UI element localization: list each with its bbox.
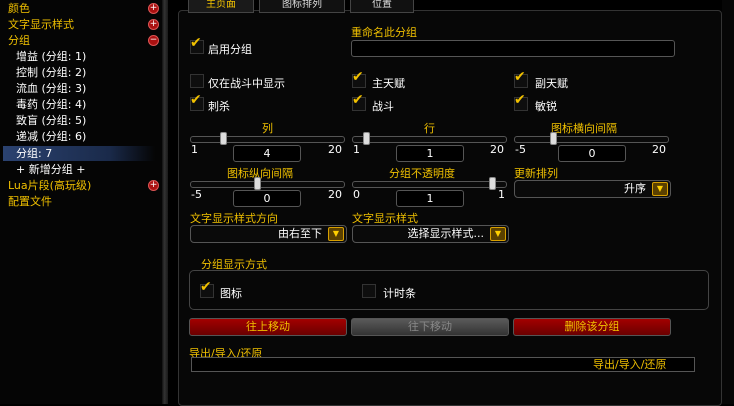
icon-v-spacing-slider[interactable]: [190, 177, 345, 190]
slider-thumb[interactable]: [254, 177, 261, 190]
slider-thumb[interactable]: [550, 132, 557, 145]
sidebar-item-label: 分组: 7: [16, 147, 53, 160]
sidebar-item-profiles[interactable]: 配置文件: [8, 194, 52, 209]
columns-input[interactable]: 4: [233, 145, 301, 162]
columns-label: 列: [262, 122, 273, 135]
enable-group-checkbox[interactable]: ✔: [190, 36, 204, 54]
tab-main[interactable]: 主页面: [188, 0, 254, 13]
icon-h-spacing-max: 20: [652, 143, 666, 156]
timer-mode-label: 计时条: [383, 287, 416, 300]
sidebar-tree: 颜色 + 文字显示样式 + 分组 − 增益 (分组: 1) 控制 (分组: 2)…: [0, 0, 162, 404]
checkmark-icon: ✔: [190, 35, 202, 51]
secondary-spec-label: 副天赋: [535, 77, 568, 90]
tab-icon-layout[interactable]: 图标排列: [259, 0, 345, 13]
checkmark-icon: ✔: [352, 92, 364, 108]
combat-spec-checkbox[interactable]: ✔: [352, 93, 366, 111]
icon-h-spacing-slider[interactable]: [514, 132, 669, 145]
text-dir-value: 由右至下: [278, 227, 322, 240]
rename-input[interactable]: [351, 40, 675, 57]
sort-value: 升序: [624, 182, 646, 195]
chevron-down-icon[interactable]: ▼: [490, 227, 506, 241]
sidebar-item-group-2[interactable]: 控制 (分组: 2): [16, 65, 86, 80]
group-opacity-max: 1: [498, 188, 505, 201]
sidebar-item-lua[interactable]: Lua片段(高玩级): [8, 178, 91, 193]
expand-icon[interactable]: +: [148, 3, 159, 14]
columns-slider[interactable]: [190, 132, 345, 145]
sidebar-item-text-style[interactable]: 文字显示样式: [8, 17, 74, 32]
sort-dropdown[interactable]: 升序 ▼: [514, 180, 671, 198]
sidebar-item-group-4[interactable]: 毒药 (分组: 4): [16, 97, 86, 112]
group-opacity-input[interactable]: 1: [396, 190, 464, 207]
rows-label: 行: [424, 122, 435, 135]
icon-mode-label: 图标: [220, 287, 242, 300]
subtlety-label: 敏锐: [535, 100, 557, 113]
icon-h-spacing-input[interactable]: 0: [558, 145, 626, 162]
icon-v-spacing-max: 20: [328, 188, 342, 201]
icon-mode-checkbox[interactable]: ✔: [200, 280, 214, 298]
columns-max: 20: [328, 143, 342, 156]
assassination-checkbox[interactable]: ✔: [190, 93, 204, 111]
text-style-value: 选择显示样式...: [407, 227, 485, 240]
rows-input[interactable]: 1: [396, 145, 464, 162]
delete-group-button[interactable]: 删除该分组: [513, 318, 671, 336]
group-opacity-slider[interactable]: [352, 177, 507, 190]
chevron-down-icon[interactable]: ▼: [328, 227, 344, 241]
icon-h-spacing-label: 图标横向间隔: [551, 122, 617, 135]
secondary-spec-checkbox[interactable]: ✔: [514, 70, 528, 88]
text-style-label: 文字显示样式: [352, 212, 418, 225]
checkmark-icon: ✔: [190, 92, 202, 108]
assassination-label: 刺杀: [208, 100, 230, 113]
expand-icon[interactable]: +: [148, 19, 159, 30]
sidebar-item-group-5[interactable]: 致盲 (分组: 5): [16, 113, 86, 128]
enable-group-label: 启用分组: [208, 43, 252, 56]
checkmark-icon: ✔: [352, 69, 364, 85]
icon-v-spacing-input[interactable]: 0: [233, 190, 301, 207]
text-dir-label: 文字显示样式方向: [190, 212, 278, 225]
group-opacity-label: 分组不透明度: [389, 167, 455, 180]
icon-v-spacing-min: -5: [191, 188, 202, 201]
sidebar-divider[interactable]: [162, 0, 168, 404]
expand-icon[interactable]: +: [148, 180, 159, 191]
display-mode-group: [189, 270, 709, 310]
sidebar-item-add-group[interactable]: + 新增分组 +: [16, 162, 85, 177]
right-edge: [722, 0, 734, 404]
slider-thumb[interactable]: [489, 177, 496, 190]
export-button[interactable]: 导出/导入/还原: [593, 356, 666, 372]
sidebar-item-colors[interactable]: 颜色: [8, 1, 30, 16]
slider-thumb[interactable]: [220, 132, 227, 145]
columns-min: 1: [191, 143, 198, 156]
timer-mode-checkbox[interactable]: [362, 284, 376, 298]
tab-position[interactable]: 位置: [350, 0, 414, 13]
text-style-dropdown[interactable]: 选择显示样式... ▼: [352, 225, 509, 243]
sidebar-item-group-7[interactable]: 分组: 7: [3, 146, 155, 161]
rows-slider[interactable]: [352, 132, 507, 145]
rows-max: 20: [490, 143, 504, 156]
rename-label: 重命名此分组: [351, 26, 417, 39]
rows-min: 1: [353, 143, 360, 156]
combat-spec-label: 战斗: [372, 100, 394, 113]
checkmark-icon: ✔: [200, 279, 212, 295]
move-up-button[interactable]: 往上移动: [189, 318, 347, 336]
sort-label: 更新排列: [514, 167, 558, 180]
sidebar-item-group-3[interactable]: 流血 (分组: 3): [16, 81, 86, 96]
icon-h-spacing-min: -5: [515, 143, 526, 156]
group-opacity-min: 0: [353, 188, 360, 201]
only-in-combat-label: 仅在战斗中显示: [208, 77, 285, 90]
sidebar-item-group-1[interactable]: 增益 (分组: 1): [16, 49, 86, 64]
sidebar-item-group-6[interactable]: 递减 (分组: 6): [16, 129, 86, 144]
primary-spec-label: 主天赋: [372, 77, 405, 90]
slider-thumb[interactable]: [363, 132, 370, 145]
checkmark-icon: ✔: [514, 69, 526, 85]
chevron-down-icon[interactable]: ▼: [652, 182, 668, 196]
checkmark-icon: ✔: [514, 92, 526, 108]
only-in-combat-checkbox[interactable]: [190, 74, 204, 88]
sidebar-item-groups[interactable]: 分组: [8, 33, 30, 48]
subtlety-checkbox[interactable]: ✔: [514, 93, 528, 111]
text-dir-dropdown[interactable]: 由右至下 ▼: [190, 225, 347, 243]
move-down-button[interactable]: 往下移动: [351, 318, 509, 336]
collapse-icon[interactable]: −: [148, 35, 159, 46]
primary-spec-checkbox[interactable]: ✔: [352, 70, 366, 88]
